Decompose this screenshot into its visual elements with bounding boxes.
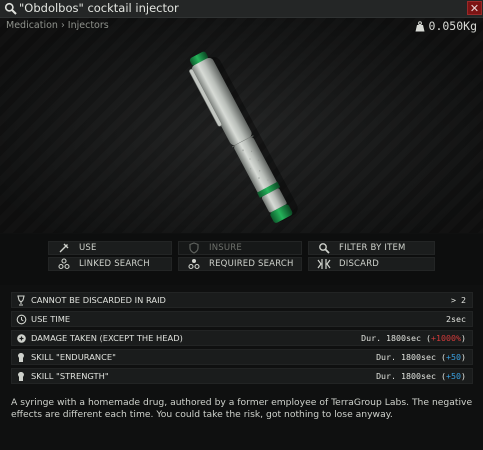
discard-icon	[315, 258, 333, 270]
clock-icon	[15, 313, 27, 325]
linked-search-button[interactable]: LINKED SEARCH	[48, 257, 172, 271]
property-label: CANNOT BE DISCARDED IN RAID	[31, 295, 166, 305]
value-highlight: +1000%	[431, 333, 461, 343]
breadcrumb: Medication › Injectors	[6, 20, 109, 31]
filter-by-item-button[interactable]: FILTER BY ITEM	[308, 241, 435, 255]
linked-search-icon	[55, 258, 73, 270]
property-label: DAMAGE TAKEN (EXCEPT THE HEAD)	[31, 333, 183, 343]
property-row-skill-strength: SKILL "STRENGTH" Dur. 1800sec (+50)	[11, 368, 473, 384]
use-label: USE	[79, 243, 97, 253]
property-value: Dur. 1800sec (+1000%)	[361, 333, 466, 343]
value-highlight: +50	[446, 352, 461, 362]
magnifier-icon	[315, 242, 333, 254]
property-label: USE TIME	[31, 314, 71, 324]
weight-value: 0.050Kg	[428, 19, 477, 33]
property-label: SKILL "ENDURANCE"	[31, 352, 116, 362]
shield-icon	[185, 242, 203, 254]
damage-icon	[15, 332, 27, 344]
item-preview[interactable]: Medication › Injectors 0.050Kg	[0, 18, 483, 233]
item-description: A syringe with a homemade drug, authored…	[11, 397, 473, 420]
use-button[interactable]: USE	[48, 241, 172, 255]
syringe-icon	[55, 242, 73, 254]
property-row-damage-taken: DAMAGE TAKEN (EXCEPT THE HEAD) Dur. 1800…	[11, 330, 473, 346]
discard-button[interactable]: DISCARD	[308, 257, 435, 271]
property-value: Dur. 1800sec (+50)	[376, 371, 466, 381]
required-search-label: REQUIRED SEARCH	[209, 259, 294, 269]
value-highlight: +50	[446, 371, 461, 381]
weight-icon	[415, 20, 425, 31]
discard-label: DISCARD	[339, 259, 380, 269]
insure-label: INSURE	[209, 243, 242, 253]
close-button[interactable]: ✕	[467, 1, 482, 15]
filter-by-item-label: FILTER BY ITEM	[339, 243, 406, 253]
property-row-use-time: USE TIME 2sec	[11, 311, 473, 327]
value-suffix: )	[461, 333, 466, 343]
property-row-skill-endurance: SKILL "ENDURANCE" Dur. 1800sec (+50)	[11, 349, 473, 365]
value-suffix: )	[461, 371, 466, 381]
skill-icon	[15, 351, 27, 363]
goblet-icon	[15, 294, 27, 306]
insure-button[interactable]: INSURE	[178, 241, 302, 255]
property-value: > 2	[451, 295, 466, 305]
value-suffix: )	[461, 352, 466, 362]
property-value: Dur. 1800sec (+50)	[376, 352, 466, 362]
title-bar[interactable]: "Obdolbos" cocktail injector ✕	[0, 0, 483, 18]
skill-icon	[15, 370, 27, 382]
property-value: 2sec	[446, 314, 466, 324]
item-inspect-window: "Obdolbos" cocktail injector ✕ Medicatio…	[0, 0, 483, 450]
linked-search-label: LINKED SEARCH	[79, 259, 150, 269]
required-search-icon	[185, 258, 203, 270]
search-icon	[4, 2, 17, 15]
property-label: SKILL "STRENGTH"	[31, 371, 109, 381]
value-prefix: Dur. 1800sec (	[361, 333, 432, 343]
item-actions: USE INSURE FILTER BY ITEM LINKED SEARCH …	[0, 234, 483, 285]
weight-readout: 0.050Kg	[415, 19, 477, 33]
injector-image	[189, 51, 298, 223]
value-prefix: Dur. 1800sec (	[376, 352, 446, 362]
property-row-discard-limit: CANNOT BE DISCARDED IN RAID > 2	[11, 292, 473, 308]
window-title: "Obdolbos" cocktail injector	[19, 1, 179, 15]
required-search-button[interactable]: REQUIRED SEARCH	[178, 257, 302, 271]
value-prefix: Dur. 1800sec (	[376, 371, 446, 381]
